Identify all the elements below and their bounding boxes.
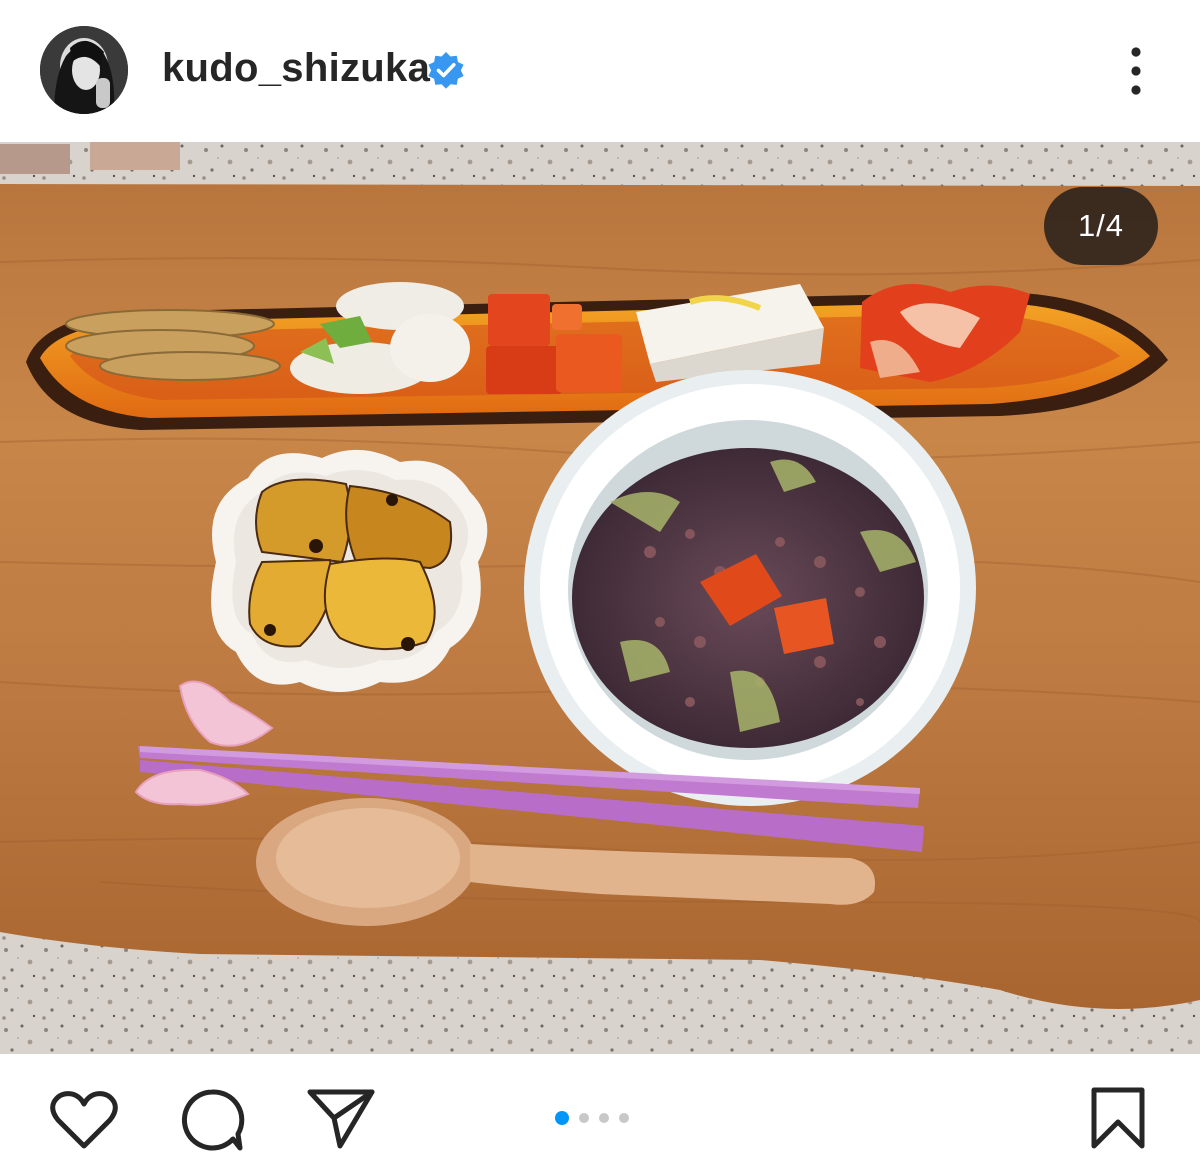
avatar[interactable]	[40, 26, 128, 114]
verified-badge-icon	[428, 52, 464, 89]
instagram-post: kudo_shizuka 1/4	[0, 0, 1200, 1160]
carousel-dot	[579, 1113, 589, 1123]
bookmark-icon[interactable]	[1088, 1086, 1148, 1150]
carousel-dot-active	[555, 1111, 569, 1125]
carousel-dot	[599, 1113, 609, 1123]
heart-icon[interactable]	[48, 1088, 120, 1152]
carousel-indicator	[555, 1110, 629, 1126]
slide-counter: 1/4	[1044, 187, 1158, 265]
more-options-icon[interactable]	[1118, 42, 1154, 100]
send-icon[interactable]	[306, 1086, 376, 1150]
post-photo[interactable]	[0, 142, 1200, 1054]
carousel-dot	[619, 1113, 629, 1123]
comment-icon[interactable]	[178, 1086, 246, 1154]
username[interactable]: kudo_shizuka	[162, 46, 430, 91]
post-header: kudo_shizuka	[0, 0, 1200, 142]
